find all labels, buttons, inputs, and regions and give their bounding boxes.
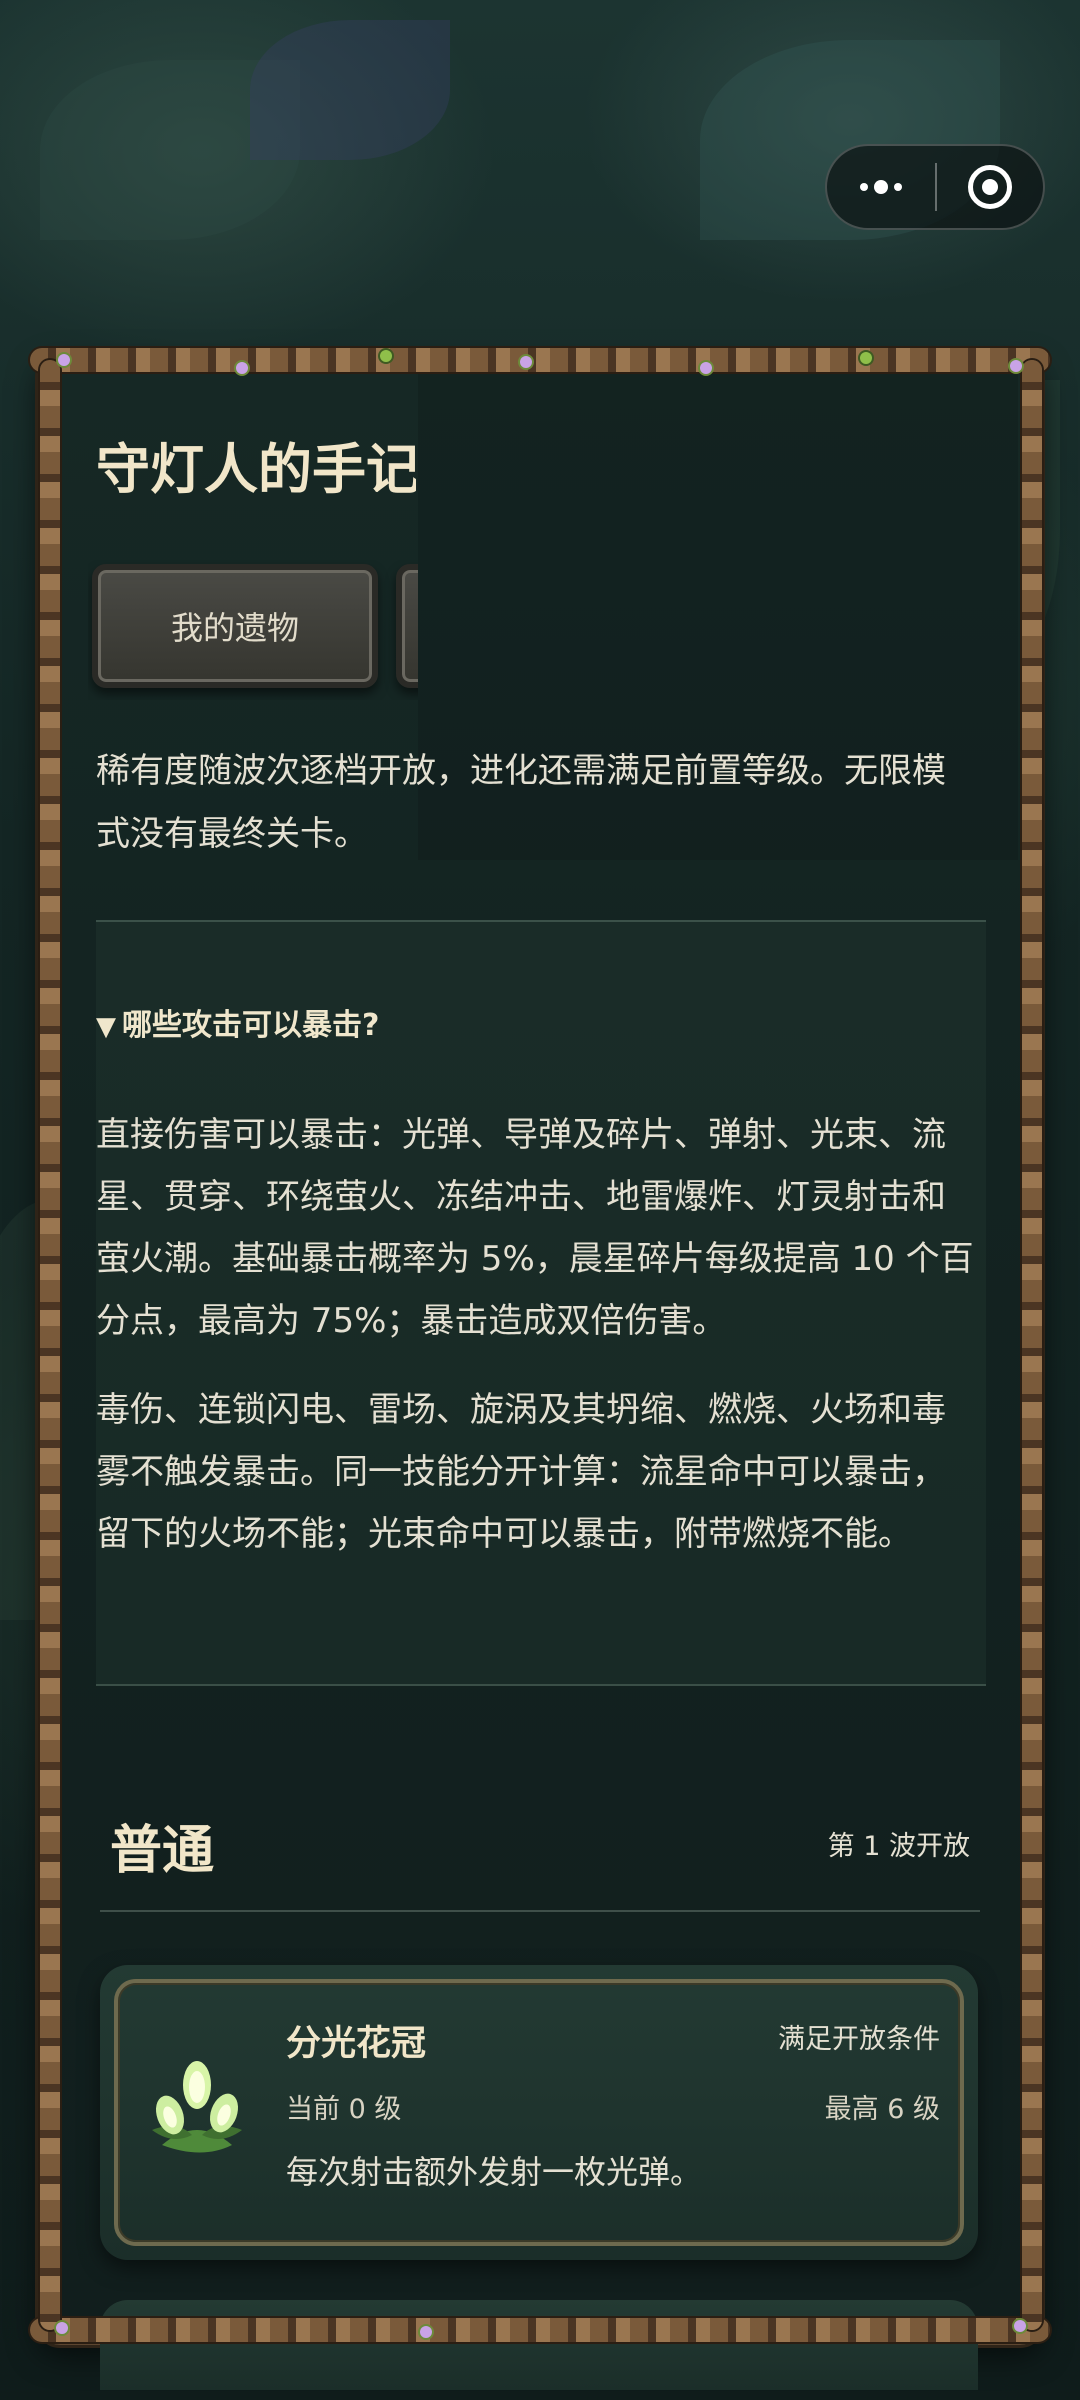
page-title: 守灯人的手记 [96, 438, 416, 501]
faq-answer-paragraph: 毒伤、连锁闪电、雷场、旋涡及其坍缩、燃烧、火场和毒雾不触发暴击。同一技能分开计算… [96, 1390, 946, 1554]
section-unlock-wave: 第 1 波开放 [827, 1831, 970, 1862]
glowing-bud-icon [152, 2061, 242, 2153]
faq-answer-paragraph: 直接伤害可以暴击：光弹、导弹及碎片、弹射、光束、流星、贯穿、环绕萤火、冻结冲击、… [96, 1115, 974, 1341]
flower-decoration [1010, 360, 1022, 372]
flower-decoration [236, 362, 248, 374]
faq-question-toggle[interactable]: ▼ 哪些攻击可以暴击? [96, 1000, 379, 1044]
vine-border-top [30, 348, 1050, 372]
section-divider [100, 1910, 980, 1912]
relic-current-level: 当前 0 级 [286, 2094, 402, 2125]
relic-card[interactable]: 分光花冠 满足开放条件 当前 0 级 最高 6 级 每次射击额外发射一枚光弹。 [100, 1965, 978, 2260]
faq-question: 哪些攻击可以暴击? [122, 1008, 380, 1043]
flower-decoration [700, 362, 712, 374]
tab-my-relics[interactable]: 我的遗物 [92, 564, 378, 688]
relic-max-level: 最高 6 级 [824, 2094, 940, 2125]
relic-name: 分光花冠 [286, 2024, 427, 2064]
tab-label: 我的遗物 [170, 609, 299, 647]
vine-border-left [40, 360, 60, 2330]
flower-decoration [58, 354, 70, 366]
more-button[interactable] [827, 146, 935, 228]
target-circle-icon [968, 165, 1012, 209]
tab-next[interactable] [396, 564, 418, 688]
more-dots-icon [860, 180, 902, 194]
flower-decoration [56, 2322, 68, 2334]
close-mini-program-button[interactable] [937, 146, 1043, 228]
flower-decoration [1014, 2320, 1026, 2332]
leaf-decoration [380, 350, 392, 362]
relic-card-partial[interactable] [100, 2300, 978, 2390]
vine-border-bottom [30, 2318, 1050, 2342]
vine-border-right [1022, 360, 1042, 2330]
relic-description: 每次射击额外发射一枚光弹。 [286, 2153, 703, 2191]
flower-decoration [420, 2326, 432, 2338]
triangle-down-icon: ▼ [96, 1012, 116, 1042]
relic-unlock-condition: 满足开放条件 [778, 2024, 940, 2055]
rarity-description: 稀有度随波次逐档开放，进化还需满足前置等级。无限模式没有最终关卡。 [96, 751, 946, 854]
rarity-section-title: 普通 [110, 1821, 215, 1881]
flower-decoration [520, 356, 532, 368]
mini-program-capsule [825, 144, 1045, 230]
faq-panel: ▼ 哪些攻击可以暴击? 直接伤害可以暴击：光弹、导弹及碎片、弹射、光束、流星、贯穿… [96, 920, 986, 1686]
leaf-decoration [860, 352, 872, 364]
tab-bar: 我的遗物 [88, 560, 418, 700]
